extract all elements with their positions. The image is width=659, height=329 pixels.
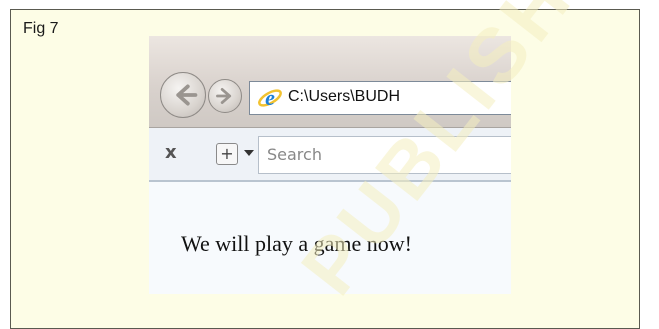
address-bar[interactable]: e C:\Users\BUDH: [249, 81, 511, 115]
page-content: We will play a game now!: [149, 183, 511, 294]
favorites-toolbar: x +: [149, 128, 511, 182]
svg-text:e: e: [265, 85, 275, 110]
add-button[interactable]: +: [216, 143, 238, 165]
search-box[interactable]: [258, 136, 511, 174]
figure-label: Fig 7: [23, 20, 59, 37]
search-input[interactable]: [259, 137, 507, 171]
internet-explorer-icon: e: [258, 85, 282, 110]
close-icon[interactable]: x: [165, 142, 177, 163]
chevron-down-icon[interactable]: [244, 150, 254, 156]
back-button[interactable]: [160, 72, 206, 118]
figure-frame: Fig 7 e C:\Users\BUDH x + Search We will…: [10, 9, 640, 329]
navigation-bar: e C:\Users\BUDH: [149, 36, 511, 128]
page-text: We will play a game now!: [181, 231, 412, 256]
address-text: C:\Users\BUDH: [288, 88, 401, 105]
forward-button[interactable]: [208, 79, 242, 113]
back-arrow-icon: [176, 84, 198, 106]
browser-screenshot: e C:\Users\BUDH x + We will play a game …: [149, 36, 511, 294]
forward-arrow-icon: [216, 88, 232, 104]
